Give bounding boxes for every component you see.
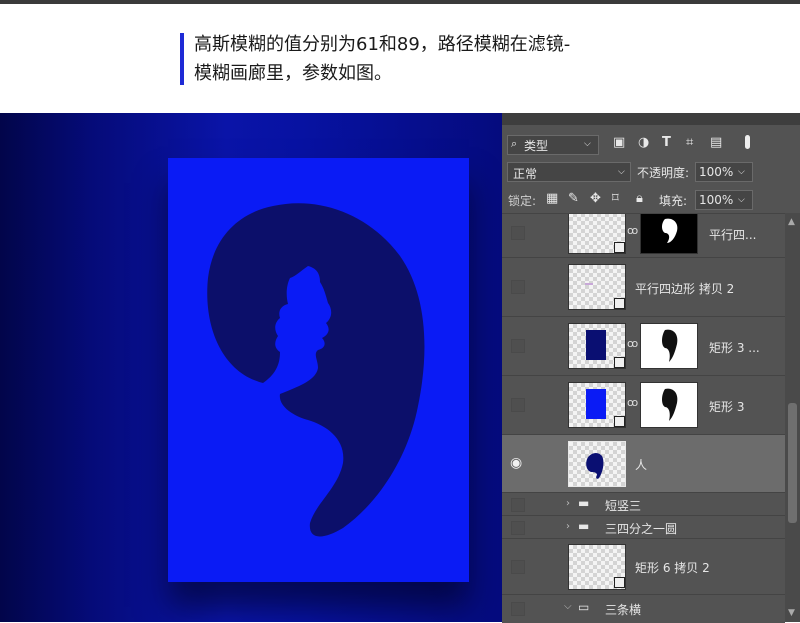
folder-icon: ▬ (578, 519, 590, 533)
fill-label: 填充: (659, 194, 688, 208)
opacity-input[interactable]: 100% ⌵ (695, 162, 753, 182)
filter-kind-select[interactable]: ⌕ 类型 ⌵ (507, 135, 599, 155)
layers-scrollbar[interactable]: ▲ ▼ (785, 213, 800, 622)
blend-mode-value: 正常 (513, 167, 538, 181)
visibility-toggle[interactable] (511, 339, 525, 353)
visibility-toggle[interactable] (511, 398, 525, 412)
layer-row[interactable]: ꝏ 矩形 3 (502, 375, 785, 434)
toggle-icon[interactable] (745, 135, 750, 149)
layer-row[interactable]: 平行四边形 拷贝 2 (502, 257, 785, 316)
layer-group-row[interactable]: ⌵ ▭ 三条横 (502, 594, 785, 623)
layer-group-row[interactable]: › ▬ 短竖三 (502, 492, 785, 515)
opacity-label: 不透明度: (637, 166, 690, 180)
type-filter-icon[interactable]: T (662, 136, 671, 150)
lock-all-icon[interactable]: 🔒︎ (636, 192, 643, 206)
chain-icon[interactable]: ꝏ (627, 337, 638, 350)
smart-object-badge (614, 357, 625, 368)
smart-object-badge (614, 577, 625, 588)
note-accent-bar (180, 33, 184, 85)
visibility-toggle[interactable] (511, 602, 525, 616)
chevron-right-icon[interactable]: › (566, 520, 570, 534)
layer-mask-thumbnail[interactable] (640, 382, 698, 428)
note-line-1: 高斯模糊的值分别为61和89，路径模糊在滤镜- (194, 34, 571, 55)
scroll-down-arrow[interactable]: ▼ (788, 608, 795, 618)
eye-icon[interactable]: ◉ (510, 456, 522, 470)
scrollbar-thumb[interactable] (788, 403, 797, 523)
visibility-toggle[interactable] (511, 521, 525, 535)
layer-name: 三条横 (605, 603, 642, 617)
adjustment-filter-icon[interactable]: ◑ (638, 136, 649, 150)
layer-name: 矩形 3 (709, 400, 745, 414)
lock-brush-icon[interactable]: ✎ (568, 192, 579, 206)
fill-value: 100% (699, 193, 734, 207)
layer-name: 矩形 3 ... (709, 341, 760, 355)
blend-mode-select[interactable]: 正常 ⌵ (507, 162, 631, 182)
layer-group-row[interactable]: › ▬ 三四分之一圆 (502, 515, 785, 538)
layer-name: 平行四... (709, 228, 757, 242)
visibility-toggle[interactable] (511, 498, 525, 512)
fill-input[interactable]: 100% ⌵ (695, 190, 753, 210)
layer-mask-thumbnail[interactable] (640, 323, 698, 369)
chevron-down-icon: ⌵ (738, 167, 745, 177)
search-icon: ⌕ (511, 137, 518, 150)
layer-row[interactable]: ꝏ 矩形 3 ... (502, 316, 785, 375)
artboard[interactable] (168, 158, 469, 582)
opacity-value: 100% (699, 165, 734, 179)
image-filter-icon[interactable]: ▣ (613, 136, 625, 150)
visibility-toggle[interactable] (511, 280, 525, 294)
smart-object-filter-icon[interactable]: ▤ (710, 136, 722, 150)
smart-object-badge (614, 416, 625, 427)
layer-row-selected[interactable]: ◉ 人 (502, 434, 785, 492)
layer-mask-thumbnail[interactable] (640, 214, 698, 254)
smart-object-badge (614, 298, 625, 309)
lock-artboard-icon[interactable]: ⌑ (612, 192, 619, 206)
folder-icon: ▭ (578, 600, 590, 614)
chevron-down-icon: ⌵ (738, 195, 745, 205)
folder-icon: ▬ (578, 496, 590, 510)
filter-kind-label: 类型 (524, 139, 549, 153)
layer-name: 人 (635, 458, 648, 472)
shape-filter-icon[interactable]: ⌗ (686, 136, 693, 150)
lock-move-icon[interactable]: ✥ (590, 192, 601, 206)
blend-row: 正常 ⌵ 不透明度: 100% ⌵ (502, 159, 800, 185)
chevron-down-icon: ⌵ (618, 167, 625, 177)
lock-pixels-icon[interactable]: ▦ (546, 192, 558, 206)
top-border (0, 0, 800, 4)
chevron-down-icon[interactable]: ⌵ (564, 600, 572, 614)
layer-name: 短竖三 (605, 499, 642, 513)
chain-icon[interactable]: ꝏ (627, 224, 638, 237)
scroll-up-arrow[interactable]: ▲ (788, 217, 795, 227)
chain-icon[interactable]: ꝏ (627, 396, 638, 409)
canvas-area[interactable] (0, 113, 502, 622)
layer-name: 平行四边形 拷贝 2 (635, 282, 735, 296)
woman-silhouette-artwork (207, 203, 425, 537)
note-line-2: 模糊画廊里，参数如图。 (194, 63, 392, 84)
visibility-toggle[interactable] (511, 226, 525, 240)
chevron-down-icon: ⌵ (584, 139, 591, 149)
layer-name: 矩形 6 拷贝 2 (635, 561, 710, 575)
layer-thumbnail (568, 441, 626, 487)
visibility-toggle[interactable] (511, 560, 525, 574)
filter-row: ⌕ 类型 ⌵ ▣ ◑ T ⌗ ▤ (502, 131, 800, 157)
layer-name: 三四分之一圆 (605, 522, 678, 536)
layer-row[interactable]: 矩形 6 拷贝 2 (502, 538, 785, 594)
smart-object-badge (614, 242, 625, 253)
panel-tab-strip (502, 113, 800, 125)
layer-row[interactable]: ꝏ 平行四... (502, 213, 785, 257)
layers-panel: ⌕ 类型 ⌵ ▣ ◑ T ⌗ ▤ 正常 ⌵ 不透明度: 100% ⌵ 锁定: ▦… (502, 113, 800, 623)
lock-label: 锁定: (508, 194, 537, 208)
lock-row: 锁定: ▦ ✎ ✥ ⌑ 🔒︎ 填充: 100% ⌵ (502, 187, 800, 213)
chevron-right-icon[interactable]: › (566, 497, 570, 511)
